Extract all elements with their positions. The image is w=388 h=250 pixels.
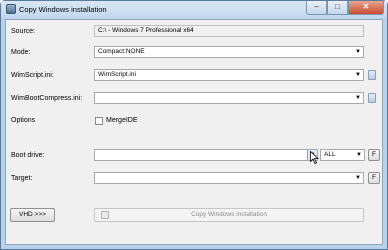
chevron-down-icon[interactable]: ▼ [353,93,363,103]
mergeide-checkbox[interactable] [95,117,103,125]
target-f-button[interactable]: F [368,172,380,184]
window-controls: – □ ✕ [306,1,384,15]
chevron-down-icon[interactable]: ▼ [353,47,363,57]
vhd-button[interactable]: VHD >>> [10,208,55,222]
bootdrive-filter-value: ALL [324,151,336,158]
copy-icon [101,211,109,219]
mouse-pointer-icon [310,151,319,164]
bootdrive-f-button[interactable]: F [368,149,380,161]
target-label: Target: [11,175,33,182]
window-title: Copy Windows installation [19,5,107,14]
source-label: Source: [11,28,36,35]
mode-label: Mode: [11,49,31,56]
wimbootcompress-label: WimBootCompress.ini: [11,95,83,102]
copy-windows-icon [6,4,16,14]
chevron-down-icon[interactable]: ▼ [354,150,364,160]
target-dropdown[interactable]: ▼ [94,172,364,184]
chevron-down-icon[interactable]: ▼ [353,70,363,80]
ini-file-icon[interactable] [368,70,376,80]
wimscript-label: WimScript.ini: [11,72,54,79]
copy-button-label: Copy Windows installation [191,211,267,218]
options-label: Options [11,117,36,124]
bootdrive-filter-dropdown[interactable]: ALL ▼ [320,149,365,161]
client-area: Source: C:\ - Windows 7 Professional x64… [5,19,383,245]
title-bar[interactable]: Copy Windows installation – □ ✕ [1,1,387,18]
mode-dropdown[interactable]: Compact:NONE ▼ [94,46,364,58]
ini-file-icon[interactable] [368,93,376,103]
wimbootcompress-dropdown[interactable]: ▼ [94,92,364,104]
minimize-button[interactable]: – [306,1,327,15]
maximize-button[interactable]: □ [327,1,348,15]
wimscript-value: WimScript.ini [98,71,136,78]
close-button[interactable]: ✕ [348,1,384,15]
wimscript-dropdown[interactable]: WimScript.ini ▼ [94,69,364,81]
bootdrive-label: Boot drive: [11,152,45,159]
copy-windows-installation-button[interactable]: Copy Windows installation [94,208,364,222]
bootdrive-dropdown[interactable]: ▼ [94,149,318,161]
mergeide-label[interactable]: MergeIDE [106,117,138,124]
mode-value: Compact:NONE [98,48,145,55]
source-field: C:\ - Windows 7 Professional x64 [94,25,364,37]
app-window: Copy Windows installation – □ ✕ Source: … [0,0,388,250]
chevron-down-icon[interactable]: ▼ [353,173,363,183]
